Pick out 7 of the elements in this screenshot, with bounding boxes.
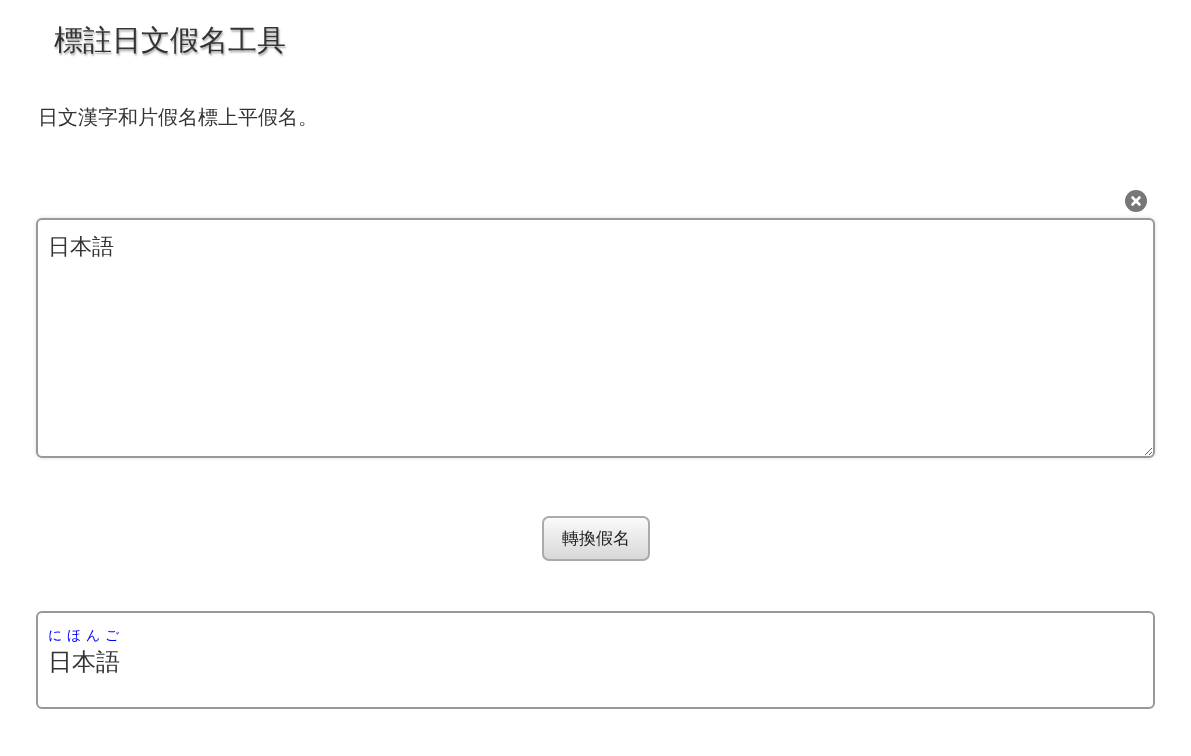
reading-text: にほんご bbox=[48, 628, 124, 643]
convert-button[interactable]: 轉換假名 bbox=[541, 515, 650, 562]
input-field[interactable]: 日本語 bbox=[36, 217, 1155, 458]
description: 日文漢字和片假名標上平假名。 bbox=[38, 103, 319, 131]
output-text: 日本語 bbox=[48, 647, 120, 679]
clear-icon[interactable] bbox=[1125, 189, 1147, 212]
page-title: 標註日文假名工具 bbox=[54, 22, 287, 59]
